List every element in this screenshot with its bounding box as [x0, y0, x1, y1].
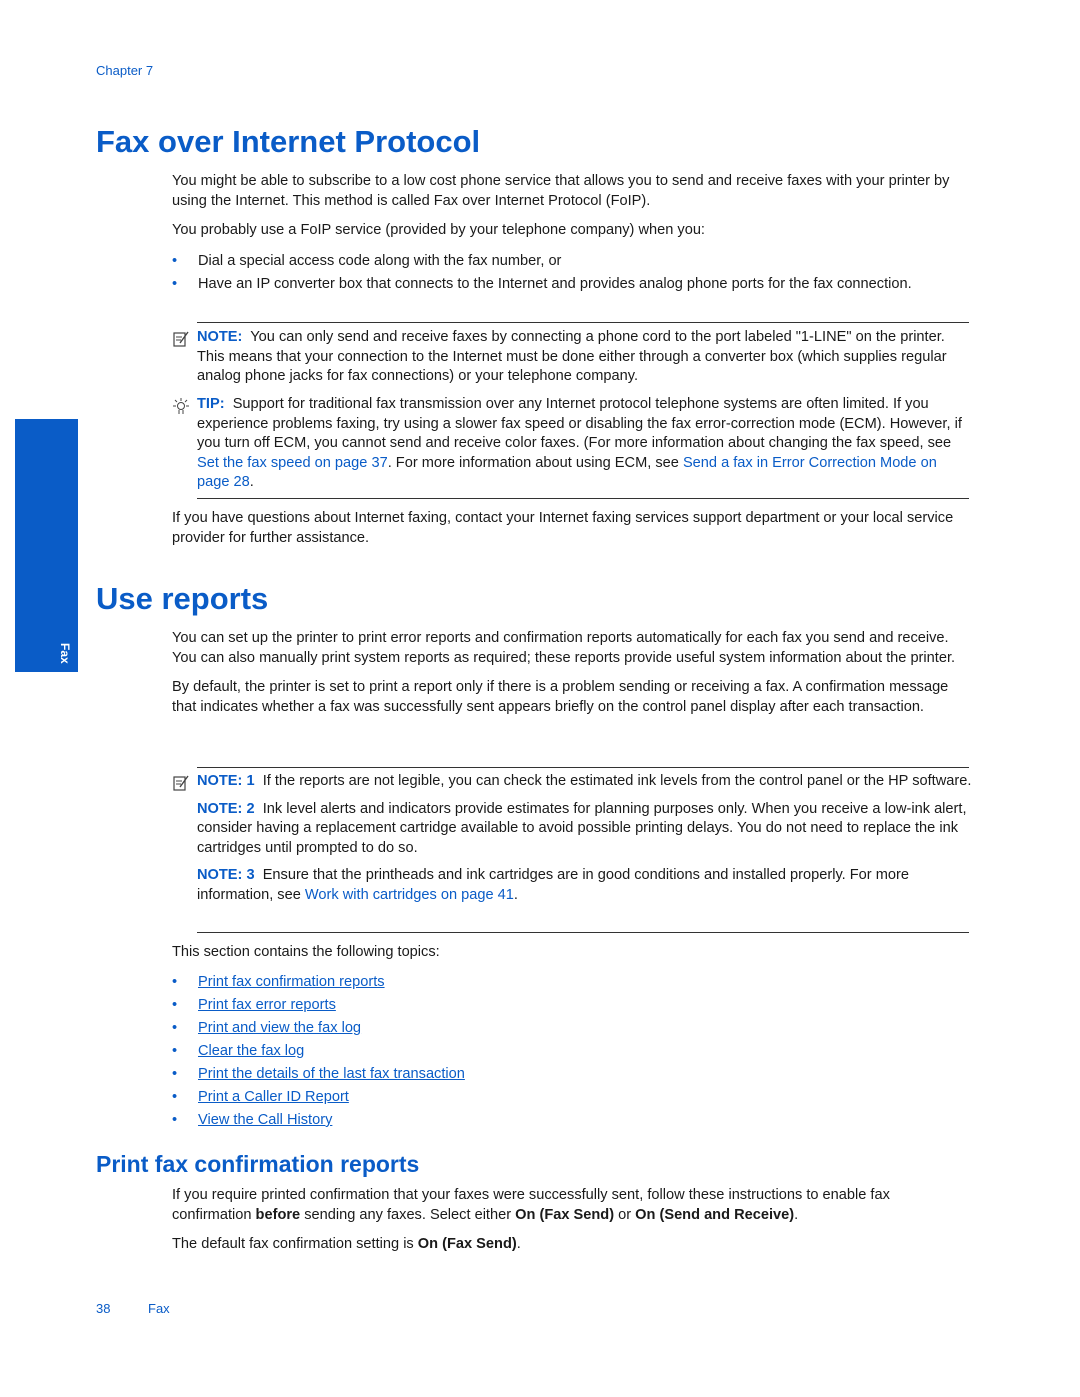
note-label: NOTE: 3 — [197, 867, 255, 884]
bullet-icon: • — [172, 1088, 178, 1105]
note-text: Ink level alerts and indicators provide … — [197, 800, 967, 856]
side-tab: Fax — [15, 419, 78, 672]
footer-section: Fax — [148, 1301, 170, 1316]
note-text: . — [513, 886, 518, 903]
side-tab-label: Fax — [58, 643, 72, 664]
topic-link[interactable]: Clear the fax log — [198, 1043, 304, 1059]
note-icon — [173, 331, 189, 347]
tip-callout: TIP: Support for traditional fax transmi… — [172, 395, 972, 493]
emphasis: before — [255, 1206, 301, 1223]
section-title-foip: Fax over Internet Protocol — [96, 124, 481, 159]
note-icon — [173, 775, 189, 791]
paragraph: By default, the printer is set to print … — [172, 679, 949, 715]
confirmation-body: If you require printed confirmation that… — [172, 1186, 972, 1255]
list-item: • Print and view the fax log — [172, 1019, 972, 1039]
foip-bullet-list: • Dial a special access code along with … — [172, 252, 972, 298]
topics-intro: This section contains the following topi… — [172, 943, 972, 963]
bullet-icon: • — [172, 253, 178, 269]
topic-link[interactable]: Print and view the fax log — [198, 1020, 361, 1036]
bullet-icon: • — [172, 275, 178, 292]
note-label: NOTE: 2 — [197, 800, 255, 817]
bullet-icon: • — [172, 996, 178, 1013]
bullet-icon: • — [172, 1111, 178, 1128]
note-label: NOTE: — [197, 329, 243, 345]
bullet-icon: • — [172, 1042, 178, 1059]
paragraph: You probably use a FoIP service (provide… — [172, 222, 705, 239]
page-number: 38 — [96, 1301, 111, 1316]
link-set-fax-speed[interactable]: Set the fax speed on page 37 — [197, 455, 388, 471]
tip-text: . — [249, 474, 254, 491]
divider — [197, 932, 969, 933]
paragraph: You might be able to subscribe to a low … — [172, 173, 950, 209]
tip-label: TIP: — [197, 396, 225, 412]
topic-link[interactable]: Print the details of the last fax transa… — [198, 1066, 465, 1082]
divider — [197, 767, 969, 768]
note-callout: NOTE: 1 If the reports are not legible, … — [172, 772, 972, 906]
text: sending any faxes. Select either — [300, 1206, 516, 1223]
list-item: • Have an IP converter box that connects… — [172, 275, 972, 295]
list-item: • Print a Caller ID Report — [172, 1088, 972, 1108]
bullet-icon: • — [172, 974, 178, 990]
setting-name: On (Fax Send) — [515, 1206, 615, 1223]
note-text: If the reports are not legible, you can … — [262, 773, 972, 789]
text: . — [794, 1206, 799, 1223]
section-title-use-reports: Use reports — [96, 581, 269, 616]
setting-name: On (Fax Send) — [417, 1236, 517, 1253]
chapter-header: Chapter 7 — [96, 63, 154, 78]
topic-link[interactable]: View the Call History — [198, 1112, 332, 1128]
paragraph: The default fax confirmation setting is … — [172, 1235, 972, 1255]
tip-text: Support for traditional fax transmission… — [197, 396, 962, 452]
topics-list: • Print fax confirmation reports • Print f… — [172, 973, 972, 1134]
text: The default fax confirmation setting is — [172, 1236, 418, 1253]
foip-closing: If you have questions about Internet fax… — [172, 509, 972, 548]
paragraph: If you have questions about Internet fax… — [172, 510, 954, 546]
divider — [197, 322, 969, 323]
list-item-text: Have an IP converter box that connects t… — [198, 275, 912, 292]
divider — [197, 498, 969, 499]
paragraph: If you require printed confirmation that… — [172, 1186, 972, 1225]
text: or — [614, 1206, 636, 1223]
bullet-icon: • — [172, 1065, 178, 1082]
foip-intro: You might be able to subscribe to a low … — [172, 172, 972, 241]
link-work-with-cartridges[interactable]: Work with cartridges on page 41 — [305, 887, 514, 903]
lightbulb-icon — [173, 398, 189, 414]
list-item: • Dial a special access code along with … — [172, 252, 972, 272]
topic-link[interactable]: Print fax error reports — [198, 997, 336, 1013]
list-item: • Print the details of the last fax trans… — [172, 1065, 972, 1085]
note-callout: NOTE: You can only send and receive faxe… — [172, 328, 972, 387]
text: . — [516, 1236, 521, 1253]
setting-name: On (Send and Receive) — [635, 1206, 795, 1223]
topic-link[interactable]: Print fax confirmation reports — [198, 974, 385, 990]
list-item: • Print fax confirmation reports — [172, 973, 972, 993]
reports-intro: You can set up the printer to print erro… — [172, 629, 972, 717]
tip-text: . For more information about using ECM, … — [387, 454, 683, 471]
list-item: • View the Call History — [172, 1111, 972, 1131]
note-label: NOTE: 1 — [197, 773, 255, 789]
topic-link[interactable]: Print a Caller ID Report — [198, 1089, 349, 1105]
list-item-text: Dial a special access code along with th… — [198, 253, 562, 269]
paragraph: You can set up the printer to print erro… — [172, 630, 956, 666]
paragraph: This section contains the following topi… — [172, 944, 440, 960]
bullet-icon: • — [172, 1019, 178, 1036]
section-title-print-confirmation: Print fax confirmation reports — [96, 1151, 420, 1177]
note-text: You can only send and receive faxes by c… — [197, 329, 947, 385]
note-text: Ensure that the printheads and ink cartr… — [197, 867, 909, 903]
list-item: • Print fax error reports — [172, 996, 972, 1016]
list-item: • Clear the fax log — [172, 1042, 972, 1062]
